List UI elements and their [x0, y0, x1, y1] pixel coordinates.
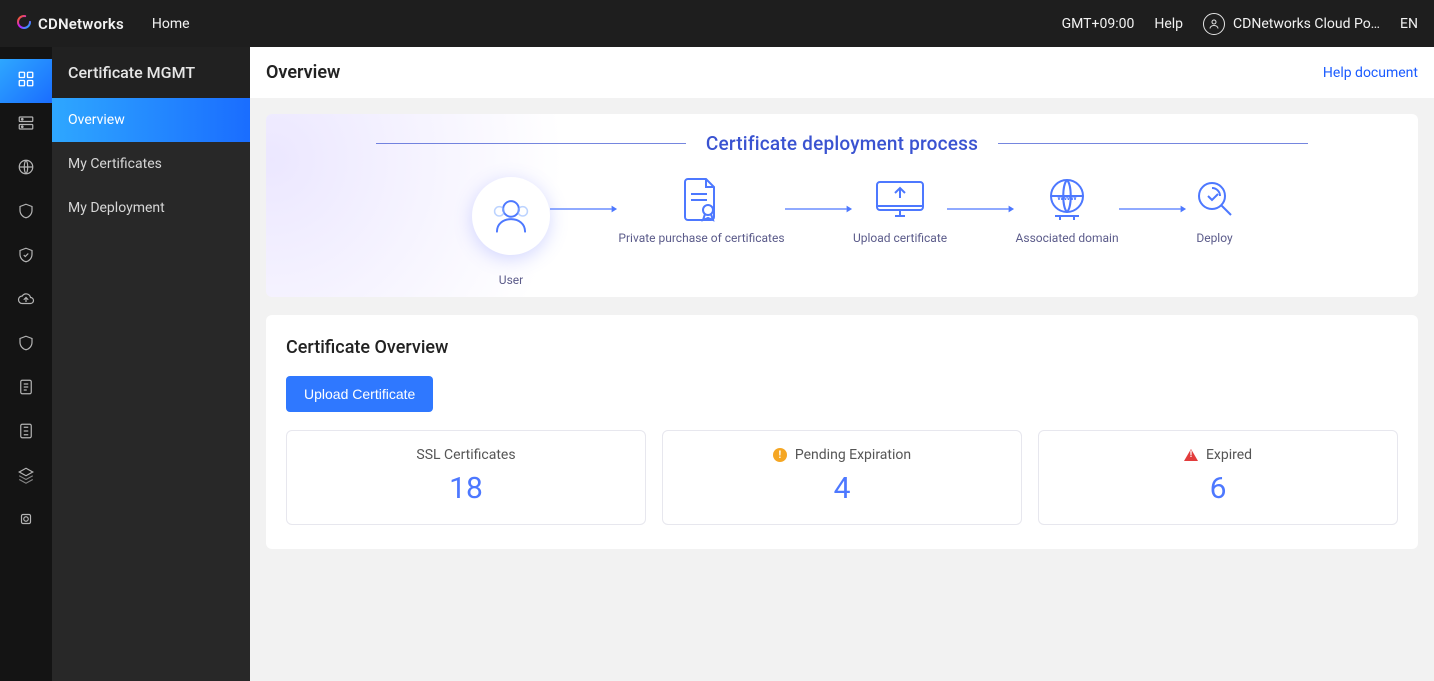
shield-check-icon — [17, 334, 35, 356]
sidebar-item-my-deployment[interactable]: My Deployment — [52, 186, 250, 230]
stat-expired[interactable]: Expired 6 — [1038, 430, 1398, 525]
monitor-upload-icon — [873, 177, 928, 221]
sidebar-section-title: Certificate MGMT — [52, 47, 250, 98]
page-header: Overview Help document — [250, 47, 1434, 98]
sidebar-item-my-certificates[interactable]: My Certificates — [52, 142, 250, 186]
timezone-display[interactable]: GMT+09:00 — [1062, 16, 1135, 32]
deployment-process-banner: Certificate deployment process — [266, 114, 1418, 297]
www-globe-icon: WWW — [1040, 177, 1095, 221]
deploy-wrench-icon — [1187, 177, 1242, 221]
user-label: CDNetworks Cloud Po… — [1233, 16, 1380, 32]
sidebar-item-overview[interactable]: Overview — [52, 98, 250, 142]
stat-pending-expiration[interactable]: ! Pending Expiration 4 — [662, 430, 1022, 525]
svg-text:WWW: WWW — [1057, 195, 1077, 202]
arrow-icon — [785, 203, 853, 215]
product-rail — [0, 47, 52, 681]
top-bar: CDNetworks Home GMT+09:00 Help CDNetwork… — [0, 0, 1434, 47]
warning-icon: ! — [773, 448, 787, 462]
error-triangle-icon — [1184, 449, 1198, 461]
section-sidebar: Certificate MGMT Overview My Certificate… — [52, 47, 250, 681]
billing-icon — [17, 422, 35, 444]
nav-home[interactable]: Home — [152, 16, 190, 32]
rail-item-report[interactable] — [0, 367, 52, 411]
step-label: Associated domain — [1016, 231, 1119, 245]
user-avatar-icon — [1203, 13, 1225, 35]
step-label: Upload certificate — [853, 231, 947, 245]
certificate-document-icon — [674, 177, 729, 221]
rail-item-security-1[interactable] — [0, 191, 52, 235]
banner-title: Certificate deployment process — [706, 132, 978, 155]
globe-dns-icon — [17, 158, 35, 180]
nav-help[interactable]: Help — [1154, 16, 1183, 32]
brand-name: CDNetworks — [38, 15, 124, 33]
report-icon — [17, 378, 35, 400]
stat-value: 18 — [297, 471, 635, 506]
stat-label: Pending Expiration — [795, 447, 911, 463]
user-menu[interactable]: CDNetworks Cloud Po… — [1203, 13, 1380, 35]
sidebar-item-label: My Certificates — [68, 156, 162, 172]
stat-label: Expired — [1206, 447, 1252, 463]
shield-outline-icon — [17, 246, 35, 268]
process-step-user: User — [472, 177, 550, 287]
banner-divider-right — [998, 143, 1308, 144]
brand-logo[interactable]: CDNetworks — [16, 14, 124, 34]
rail-item-dns[interactable] — [0, 147, 52, 191]
help-document-link[interactable]: Help document — [1323, 65, 1418, 81]
banner-divider-left — [376, 143, 686, 144]
process-step-upload: Upload certificate — [853, 177, 947, 245]
step-label: Private purchase of certificates — [618, 231, 784, 245]
server-stack-icon — [17, 114, 35, 136]
main-area: Overview Help document Certificate deplo… — [250, 47, 1434, 681]
card-title: Certificate Overview — [286, 337, 1398, 358]
rail-item-layers[interactable] — [0, 455, 52, 499]
arrow-icon — [550, 203, 618, 215]
rail-item-upload[interactable] — [0, 279, 52, 323]
language-switch[interactable]: EN — [1400, 16, 1418, 32]
rail-item-misc[interactable] — [0, 499, 52, 543]
sidebar-item-label: Overview — [68, 112, 125, 128]
stat-ssl-certificates[interactable]: SSL Certificates 18 — [286, 430, 646, 525]
arrow-icon — [1119, 203, 1187, 215]
user-group-icon — [472, 177, 550, 255]
upload-certificate-button[interactable]: Upload Certificate — [286, 376, 433, 412]
cube-icon — [17, 510, 35, 532]
shield-icon — [17, 202, 35, 224]
rail-item-dashboard[interactable] — [0, 59, 52, 103]
dashboard-grid-icon — [17, 70, 35, 92]
layers-icon — [17, 466, 35, 488]
process-step-domain: WWW Associated domain — [1016, 177, 1119, 245]
arrow-icon — [947, 203, 1015, 215]
process-step-deploy: Deploy — [1187, 177, 1242, 245]
stat-label: SSL Certificates — [416, 447, 515, 463]
certificate-overview-card: Certificate Overview Upload Certificate … — [266, 315, 1418, 549]
sidebar-item-label: My Deployment — [68, 200, 165, 216]
brand-swirl-icon — [16, 14, 32, 34]
rail-item-billing[interactable] — [0, 411, 52, 455]
stat-value: 6 — [1049, 471, 1387, 506]
rail-item-security-2[interactable] — [0, 235, 52, 279]
process-step-purchase: Private purchase of certificates — [618, 177, 784, 245]
rail-item-shield-check[interactable] — [0, 323, 52, 367]
stat-value: 4 — [673, 471, 1011, 506]
step-label: User — [499, 273, 523, 287]
page-title: Overview — [266, 62, 340, 83]
step-label: Deploy — [1196, 231, 1232, 245]
rail-item-cdn[interactable] — [0, 103, 52, 147]
cloud-upload-icon — [17, 290, 35, 312]
